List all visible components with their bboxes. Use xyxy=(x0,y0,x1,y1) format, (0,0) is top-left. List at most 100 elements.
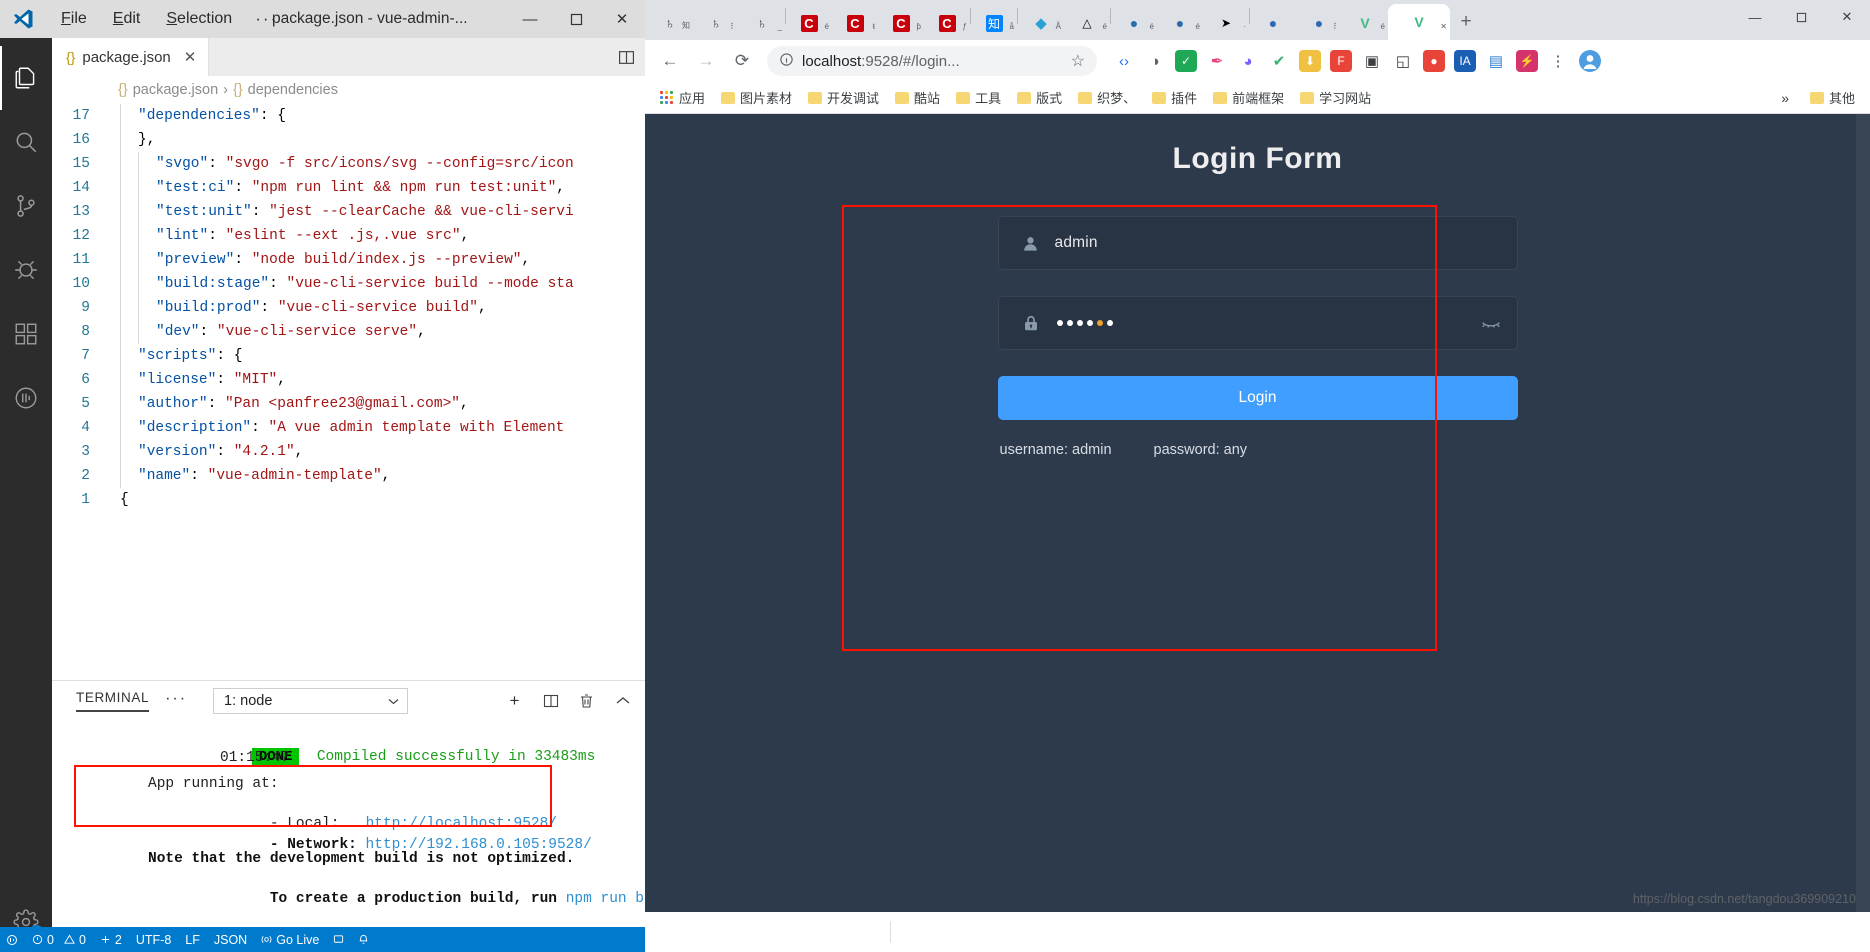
tab-csdn-3[interactable]: Cƥ xyxy=(878,6,924,40)
minimize-button[interactable]: — xyxy=(507,0,553,38)
tab-security[interactable]: ◆ Å xyxy=(1018,6,1064,40)
split-editor-icon[interactable] xyxy=(610,38,644,76)
code-text[interactable]: "build:stage": "vue-cli-service build --… xyxy=(112,272,645,296)
info-circle-icon[interactable] xyxy=(779,52,794,70)
bookmark-item[interactable]: 工具 xyxy=(949,85,1008,110)
terminal-select[interactable]: 1: node xyxy=(213,688,409,714)
code-text[interactable]: "test:ci": "npm run lint && npm run test… xyxy=(112,176,645,200)
forward-button[interactable]: → xyxy=(689,44,723,78)
bookmarks-overflow-icon[interactable]: » xyxy=(1781,90,1789,106)
chrome-minimize-button[interactable]: — xyxy=(1732,0,1778,34)
tab-active-vue[interactable]: V ✕ xyxy=(1388,4,1450,40)
tab-zhihu-3[interactable]: ♄ _ xyxy=(739,6,785,40)
editor-tab-package-json[interactable]: {} package.json ✕ xyxy=(52,38,210,76)
code-text[interactable]: "scripts": { xyxy=(112,344,645,368)
password-input[interactable] xyxy=(1049,320,1113,326)
status-eol[interactable]: LF xyxy=(185,933,200,947)
code-text[interactable]: "author": "Pan <panfree23@gmail.com>", xyxy=(112,392,645,416)
status-bell-icon[interactable] xyxy=(358,934,369,945)
tab-vue-green[interactable]: Vé xyxy=(1342,6,1388,40)
ext-ia-icon[interactable]: IA xyxy=(1454,50,1476,72)
code-text[interactable]: "svgo": "svgo -f src/icons/svg --config=… xyxy=(112,152,645,176)
code-text[interactable]: "dev": "vue-cli-service serve", xyxy=(112,320,645,344)
code-text[interactable]: "description": "A vue admin template wit… xyxy=(112,416,645,440)
login-button[interactable]: Login xyxy=(997,376,1518,420)
ext-menu-icon[interactable]: ⋮ xyxy=(1543,46,1573,76)
close-icon[interactable]: ✕ xyxy=(184,48,197,66)
source-control-icon[interactable] xyxy=(0,174,52,238)
tab-nav[interactable]: ➤ · xyxy=(1203,6,1249,40)
tab-globe-2[interactable]: ● é xyxy=(1157,6,1203,40)
code-text[interactable]: { xyxy=(112,488,645,512)
terminal-output[interactable]: DONE Compiled successfully in 33483ms 01… xyxy=(52,721,645,952)
ext-box-blue-icon[interactable]: ▤ xyxy=(1481,46,1511,76)
ext-download-icon[interactable]: ⬇ xyxy=(1299,50,1321,72)
ext-form-icon[interactable]: F xyxy=(1330,50,1352,72)
other-bookmarks[interactable]: 其他 xyxy=(1803,85,1862,110)
search-icon[interactable] xyxy=(0,110,52,174)
tab-zhihu-1[interactable]: ♄ 知 xyxy=(647,6,693,40)
code-text[interactable]: "test:unit": "jest --clearCache && vue-c… xyxy=(112,200,645,224)
status-remote[interactable] xyxy=(6,934,18,946)
ext-pipette-icon[interactable]: ✒ xyxy=(1202,46,1232,76)
bookmark-item[interactable]: 学习网站 xyxy=(1293,85,1378,110)
ext-palette-icon[interactable]: ◕ xyxy=(1233,46,1263,76)
profile-avatar-icon[interactable] xyxy=(1575,46,1605,76)
tab-zhihu-2[interactable]: ♄ ⠇ xyxy=(693,6,739,40)
menu-file[interactable]: File xyxy=(48,7,100,31)
ext-tick-icon[interactable]: ✔ xyxy=(1264,46,1294,76)
maximize-button[interactable] xyxy=(553,0,599,38)
bookmark-item[interactable]: 织梦、 xyxy=(1071,85,1143,110)
ext-bolt-icon[interactable]: ⚡ xyxy=(1516,50,1538,72)
bookmark-item[interactable]: 酷站 xyxy=(888,85,947,110)
breadcrumb[interactable]: {} package.json › {} dependencies xyxy=(52,76,645,104)
close-button[interactable]: ✕ xyxy=(599,0,645,38)
ext-camera-icon[interactable]: ▣ xyxy=(1357,46,1387,76)
maximize-panel-icon[interactable] xyxy=(606,684,640,718)
tab-doc[interactable]: △ é xyxy=(1064,6,1110,40)
bookmark-item[interactable]: 图片素材 xyxy=(714,85,799,110)
split-terminal-icon[interactable] xyxy=(534,684,568,718)
ext-frame-icon[interactable]: ◱ xyxy=(1388,46,1418,76)
explorer-icon[interactable] xyxy=(0,46,52,110)
status-feedback[interactable] xyxy=(333,934,344,945)
new-tab-button[interactable]: + xyxy=(1450,6,1482,38)
code-text[interactable]: "dependencies": { xyxy=(112,104,645,128)
eye-off-icon[interactable] xyxy=(1481,314,1501,333)
bookmark-apps[interactable]: 应用 xyxy=(653,85,712,110)
tab-github-2[interactable]: ● ⠇ xyxy=(1296,6,1342,40)
code-text[interactable]: "build:prod": "vue-cli-service build", xyxy=(112,296,645,320)
run-debug-icon[interactable] xyxy=(0,238,52,302)
bookmark-item[interactable]: 版式 xyxy=(1010,85,1069,110)
extensions-icon[interactable] xyxy=(0,302,52,366)
code-text[interactable]: "version": "4.2.1", xyxy=(112,440,645,464)
page-scrollbar[interactable] xyxy=(1856,114,1870,952)
code-text[interactable]: "lint": "eslint --ext .js,.vue src", xyxy=(112,224,645,248)
panel-more-tabs-icon[interactable]: ··· xyxy=(165,690,187,712)
username-input[interactable]: admin xyxy=(1049,234,1098,252)
local-url[interactable]: http://localhost:9528/ xyxy=(366,816,557,832)
bookmark-item[interactable]: 前端框架 xyxy=(1206,85,1291,110)
menu-edit[interactable]: Edit xyxy=(100,7,154,31)
bookmark-star-icon[interactable]: ☆ xyxy=(1071,51,1085,71)
code-editor[interactable]: 17 "dependencies": {16}, 15 "svgo": "svgo -… xyxy=(52,104,645,680)
bookmark-item[interactable]: 开发调试 xyxy=(801,85,886,110)
new-terminal-icon[interactable]: + xyxy=(498,684,532,718)
breadcrumb-child[interactable]: dependencies xyxy=(248,82,338,98)
tab-github-1[interactable]: ● xyxy=(1250,6,1296,40)
remote-explorer-icon[interactable] xyxy=(0,366,52,430)
code-text[interactable]: "preview": "node build/index.js --previe… xyxy=(112,248,645,272)
chrome-maximize-button[interactable] xyxy=(1778,0,1824,34)
page-viewport[interactable]: Login Form admin Login username: admin p… xyxy=(645,114,1870,952)
back-button[interactable]: ← xyxy=(653,44,687,78)
code-text[interactable]: "license": "MIT", xyxy=(112,368,645,392)
tab-csdn-1[interactable]: Cé xyxy=(786,6,832,40)
username-field[interactable]: admin xyxy=(997,216,1518,270)
status-encoding[interactable]: UTF-8 xyxy=(136,933,171,947)
status-ports[interactable]: 2 xyxy=(100,933,122,947)
ext-code-icon[interactable]: ‹› xyxy=(1109,46,1139,76)
code-text[interactable]: "name": "vue-admin-template", xyxy=(112,464,645,488)
tab-globe-1[interactable]: ● é xyxy=(1111,6,1157,40)
ext-check-green-icon[interactable]: ✓ xyxy=(1175,50,1197,72)
tab-csdn-2[interactable]: Cŧ xyxy=(832,6,878,40)
